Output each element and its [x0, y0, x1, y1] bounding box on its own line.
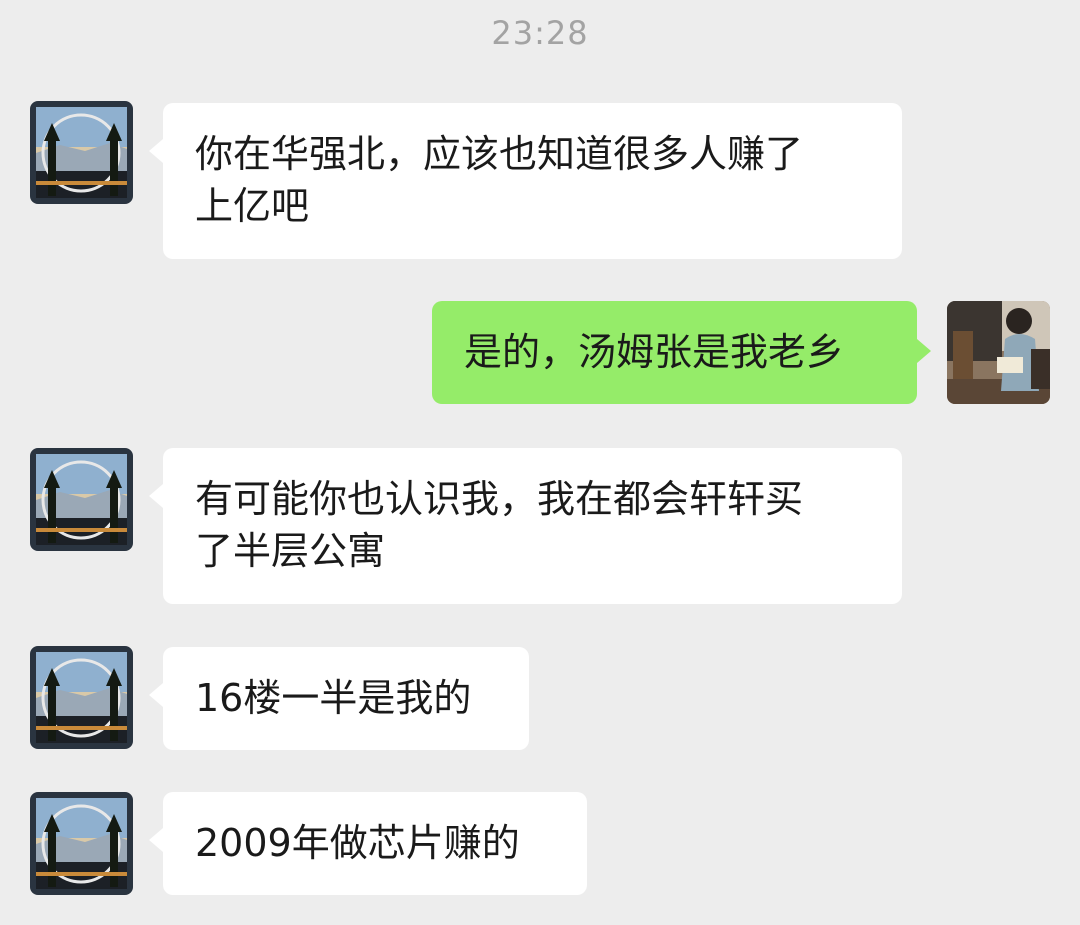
message-text: 16楼一半是我的 [195, 676, 472, 720]
contact-avatar[interactable] [30, 448, 133, 551]
message-bubble-incoming[interactable]: 2009年做芯片赚的 [149, 792, 587, 895]
message-bubble-incoming[interactable]: 有可能你也认识我，我在都会轩轩买 了半层公寓 [149, 448, 902, 604]
window-landscape-avatar-image [30, 448, 133, 551]
message-text: 是的，汤姆张是我老乡 [464, 330, 845, 374]
window-landscape-avatar-image [30, 101, 133, 204]
self-avatar[interactable] [947, 301, 1050, 404]
contact-avatar[interactable] [30, 792, 133, 895]
message-text: 2009年做芯片赚的 [195, 821, 520, 865]
window-landscape-avatar-image [30, 792, 133, 895]
contact-avatar[interactable] [30, 101, 133, 204]
window-landscape-avatar-image [30, 646, 133, 749]
contact-avatar[interactable] [30, 646, 133, 749]
chat-timestamp: 23:28 [491, 14, 589, 52]
message-bubble-incoming[interactable]: 你在华强北，应该也知道很多人赚了 上亿吧 [149, 103, 902, 259]
message-bubble-incoming[interactable]: 16楼一半是我的 [149, 647, 529, 750]
message-text: 有可能你也认识我，我在都会轩轩买 了半层公寓 [195, 477, 804, 573]
message-bubble-outgoing[interactable]: 是的，汤姆张是我老乡 [432, 301, 931, 404]
message-text: 你在华强北，应该也知道很多人赚了 上亿吧 [195, 132, 804, 228]
cafe-person-avatar-image [947, 301, 1050, 404]
